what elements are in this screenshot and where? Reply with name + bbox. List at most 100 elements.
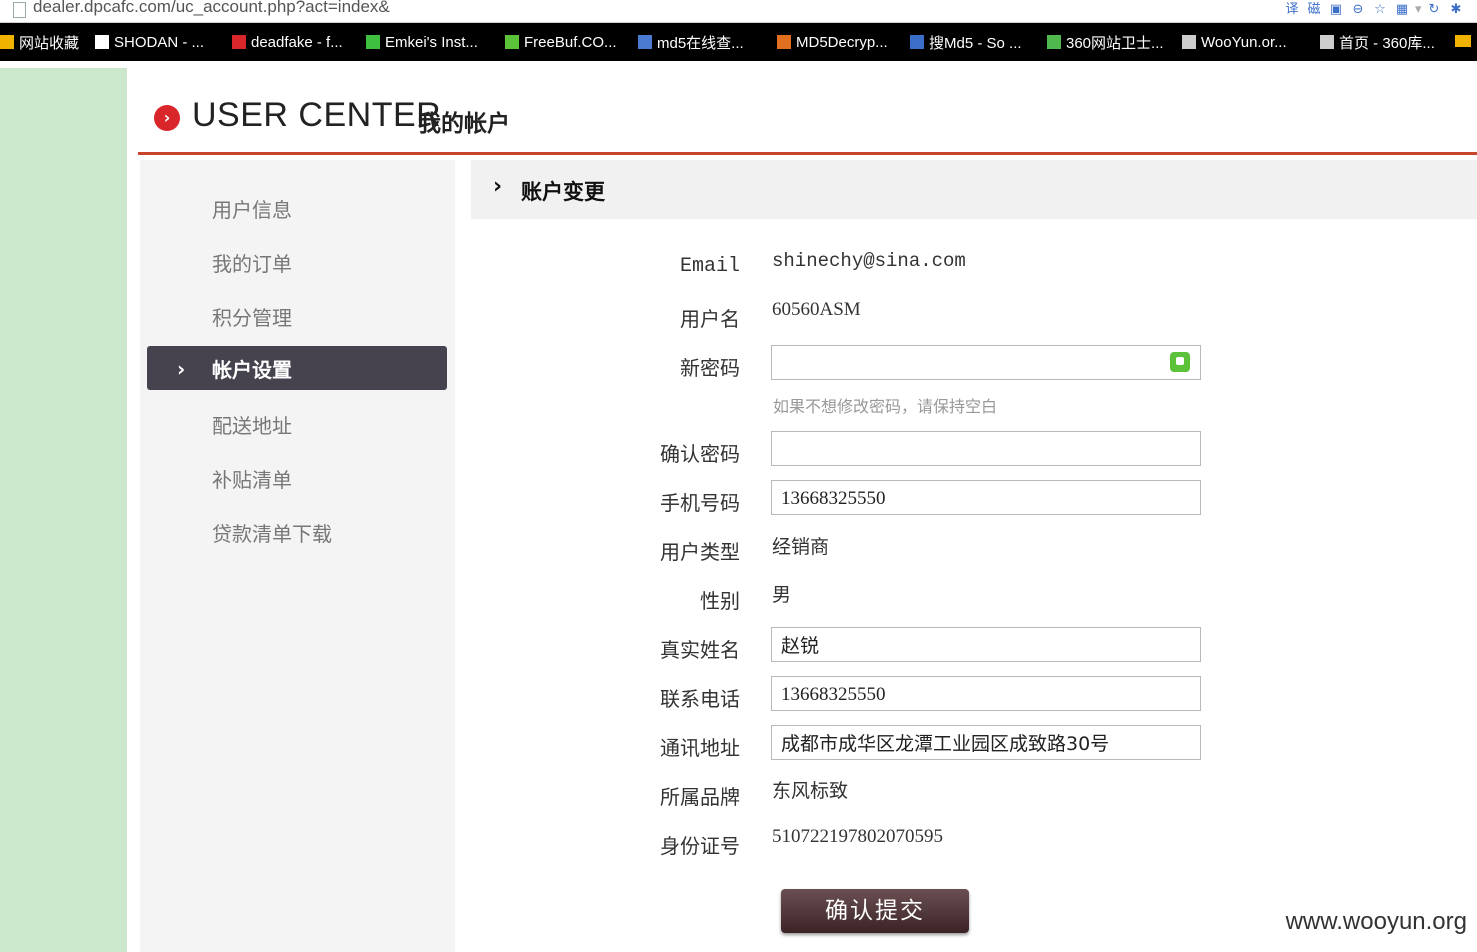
paw-icon[interactable]: ✱ bbox=[1447, 1, 1465, 19]
bookmark-item[interactable]: md5在线查... bbox=[638, 32, 744, 52]
sidebar-item-label: 积分管理 bbox=[212, 305, 292, 330]
sidebar-item-subsidy-list[interactable]: 补贴清单 bbox=[147, 456, 447, 500]
bookmark-item[interactable]: 网站收藏 bbox=[0, 32, 79, 52]
confirm-password-field[interactable] bbox=[771, 431, 1201, 466]
bookmark-item[interactable]: SHODAN - ... bbox=[95, 32, 204, 52]
new-password-field[interactable] bbox=[771, 345, 1201, 380]
left-background-strip bbox=[0, 68, 127, 952]
bookmark-item[interactable]: 搜Md5 - So ... bbox=[910, 32, 1022, 52]
username-label: 用户名 bbox=[680, 307, 740, 331]
bookmark-item[interactable]: 360网站卫士... bbox=[1047, 32, 1164, 52]
toolbar-icons: 译 磁 ▣ ⊖ ☆ ▦ ▾ ↻ ✱ bbox=[1283, 1, 1465, 19]
password-manager-icon[interactable] bbox=[1170, 352, 1190, 372]
bookmark-label: WooYun.or... bbox=[1201, 33, 1287, 51]
brand-label: 所属品牌 bbox=[660, 785, 740, 809]
real-name-label: 真实姓名 bbox=[660, 638, 740, 662]
star-icon bbox=[1320, 35, 1334, 49]
sidebar-item-account-settings[interactable]: › 帐户设置 bbox=[147, 346, 447, 390]
address-bar[interactable]: dealer.dpcafc.com/uc_account.php?act=ind… bbox=[0, 0, 1477, 23]
chevron-circle-icon: › bbox=[154, 105, 180, 131]
mobile-value: 13668325550 bbox=[781, 488, 886, 509]
sidebar-item-shipping-address[interactable]: 配送地址 bbox=[147, 402, 447, 446]
flame-icon bbox=[777, 35, 791, 49]
dropdown-icon[interactable]: ▾ bbox=[1415, 1, 1422, 19]
mobile-label: 手机号码 bbox=[660, 491, 740, 515]
id-number-label: 身份证号 bbox=[660, 834, 740, 858]
real-name-field[interactable]: 赵锐 bbox=[771, 627, 1201, 662]
qr-icon[interactable]: ▦ bbox=[1393, 1, 1411, 19]
email-value: shinechy@sina.com bbox=[772, 250, 966, 272]
ticket-icon[interactable]: ▣ bbox=[1327, 1, 1345, 19]
bookmark-label: SHODAN - ... bbox=[114, 33, 205, 51]
real-name-value: 赵锐 bbox=[781, 635, 820, 657]
bookmark-item[interactable]: MD5Decryp... bbox=[777, 32, 888, 52]
bookmark-item[interactable]: FreeBuf.CO... bbox=[505, 32, 617, 52]
refresh-icon[interactable]: ↻ bbox=[1425, 1, 1443, 19]
section-header: › 账户变更 bbox=[471, 160, 1477, 219]
green-flag-icon bbox=[366, 35, 380, 49]
sidebar-item-label: 帐户设置 bbox=[212, 357, 292, 382]
shield-icon bbox=[1047, 35, 1061, 49]
phone-field[interactable]: 13668325550 bbox=[771, 676, 1201, 711]
bookmark-item[interactable]: 首页 - 360库... bbox=[1320, 32, 1435, 52]
page-title: USER CENTER bbox=[192, 96, 442, 134]
folder-icon[interactable] bbox=[1455, 35, 1471, 47]
user-type-label: 用户类型 bbox=[660, 540, 740, 564]
address-value: 成都市成华区龙潭工业园区成致路30号 bbox=[781, 733, 1110, 755]
favorite-star-icon[interactable]: ☆ bbox=[1371, 1, 1389, 19]
bookmark-label: 搜Md5 - So ... bbox=[929, 34, 1022, 52]
password-hint: 如果不想修改密码，请保持空白 bbox=[773, 397, 998, 416]
address-url[interactable]: dealer.dpcafc.com/uc_account.php?act=ind… bbox=[33, 0, 390, 17]
sidebar-item-points[interactable]: 积分管理 bbox=[147, 294, 447, 338]
address-field[interactable]: 成都市成华区龙潭工业园区成致路30号 bbox=[771, 725, 1201, 760]
bookmark-label: FreeBuf.CO... bbox=[524, 33, 617, 51]
phone-label: 联系电话 bbox=[660, 687, 740, 711]
bookmark-label: md5在线查... bbox=[657, 34, 744, 52]
mobile-field[interactable]: 13668325550 bbox=[771, 480, 1201, 515]
phone-value: 13668325550 bbox=[781, 684, 886, 705]
sidebar-item-loan-download[interactable]: 贷款清单下载 bbox=[147, 510, 447, 554]
bookmark-label: Emkei's Inst... bbox=[385, 33, 478, 51]
sidebar: 用户信息 我的订单 积分管理 › 帐户设置 配送地址 补贴清单 贷款清单下载 bbox=[140, 160, 455, 952]
bookmark-label: MD5Decryp... bbox=[796, 33, 888, 51]
translate-icon[interactable]: 译 bbox=[1283, 1, 1301, 19]
md5-icon bbox=[910, 35, 924, 49]
sidebar-item-user-info[interactable]: 用户信息 bbox=[147, 186, 447, 230]
chevron-right-icon: › bbox=[177, 357, 186, 381]
page-icon bbox=[95, 35, 109, 49]
sidebar-item-label: 配送地址 bbox=[212, 413, 292, 438]
magnet-icon[interactable]: 磁 bbox=[1305, 1, 1323, 19]
bookmark-label: 网站收藏 bbox=[19, 34, 80, 52]
chevron-right-icon: › bbox=[493, 174, 503, 199]
watermark: www.wooyun.org bbox=[1285, 908, 1467, 935]
bookmark-label: 首页 - 360库... bbox=[1339, 34, 1435, 52]
block-icon[interactable]: ⊖ bbox=[1349, 1, 1367, 19]
gender-label: 性别 bbox=[700, 589, 740, 613]
bookmark-item[interactable]: WooYun.or... bbox=[1182, 32, 1287, 52]
sidebar-item-label: 我的订单 bbox=[212, 251, 292, 276]
address-label: 通讯地址 bbox=[660, 736, 740, 760]
folder-icon bbox=[0, 35, 14, 49]
sidebar-item-label: 贷款清单下载 bbox=[212, 521, 332, 546]
sidebar-item-label: 补贴清单 bbox=[212, 467, 292, 492]
page-header: › USER CENTER 我的帐户 bbox=[138, 68, 1477, 155]
id-number-value: 510722197802070595 bbox=[772, 826, 943, 847]
submit-button[interactable]: 确认提交 bbox=[781, 889, 969, 933]
new-password-label: 新密码 bbox=[680, 356, 740, 380]
username-value: 60560ASM bbox=[772, 299, 861, 320]
brand-value: 东风标致 bbox=[772, 780, 849, 802]
freebuf-icon bbox=[505, 35, 519, 49]
cloud-icon bbox=[1182, 35, 1196, 49]
page-icon bbox=[13, 2, 26, 18]
confirm-password-label: 确认密码 bbox=[660, 442, 740, 466]
bookmark-item[interactable]: Emkei's Inst... bbox=[366, 32, 478, 52]
sidebar-item-label: 用户信息 bbox=[212, 197, 292, 222]
bookmark-item[interactable]: deadfake - f... bbox=[232, 32, 343, 52]
bookmark-label: 360网站卫士... bbox=[1066, 34, 1164, 52]
user-type-value: 经销商 bbox=[772, 536, 830, 558]
grid-icon bbox=[638, 35, 652, 49]
bars-icon bbox=[232, 35, 246, 49]
page-subtitle: 我的帐户 bbox=[418, 111, 510, 137]
sidebar-item-my-orders[interactable]: 我的订单 bbox=[147, 240, 447, 284]
bookmarks-bar: 网站收藏 SHODAN - ... deadfake - f... Emkei's I… bbox=[0, 23, 1477, 61]
